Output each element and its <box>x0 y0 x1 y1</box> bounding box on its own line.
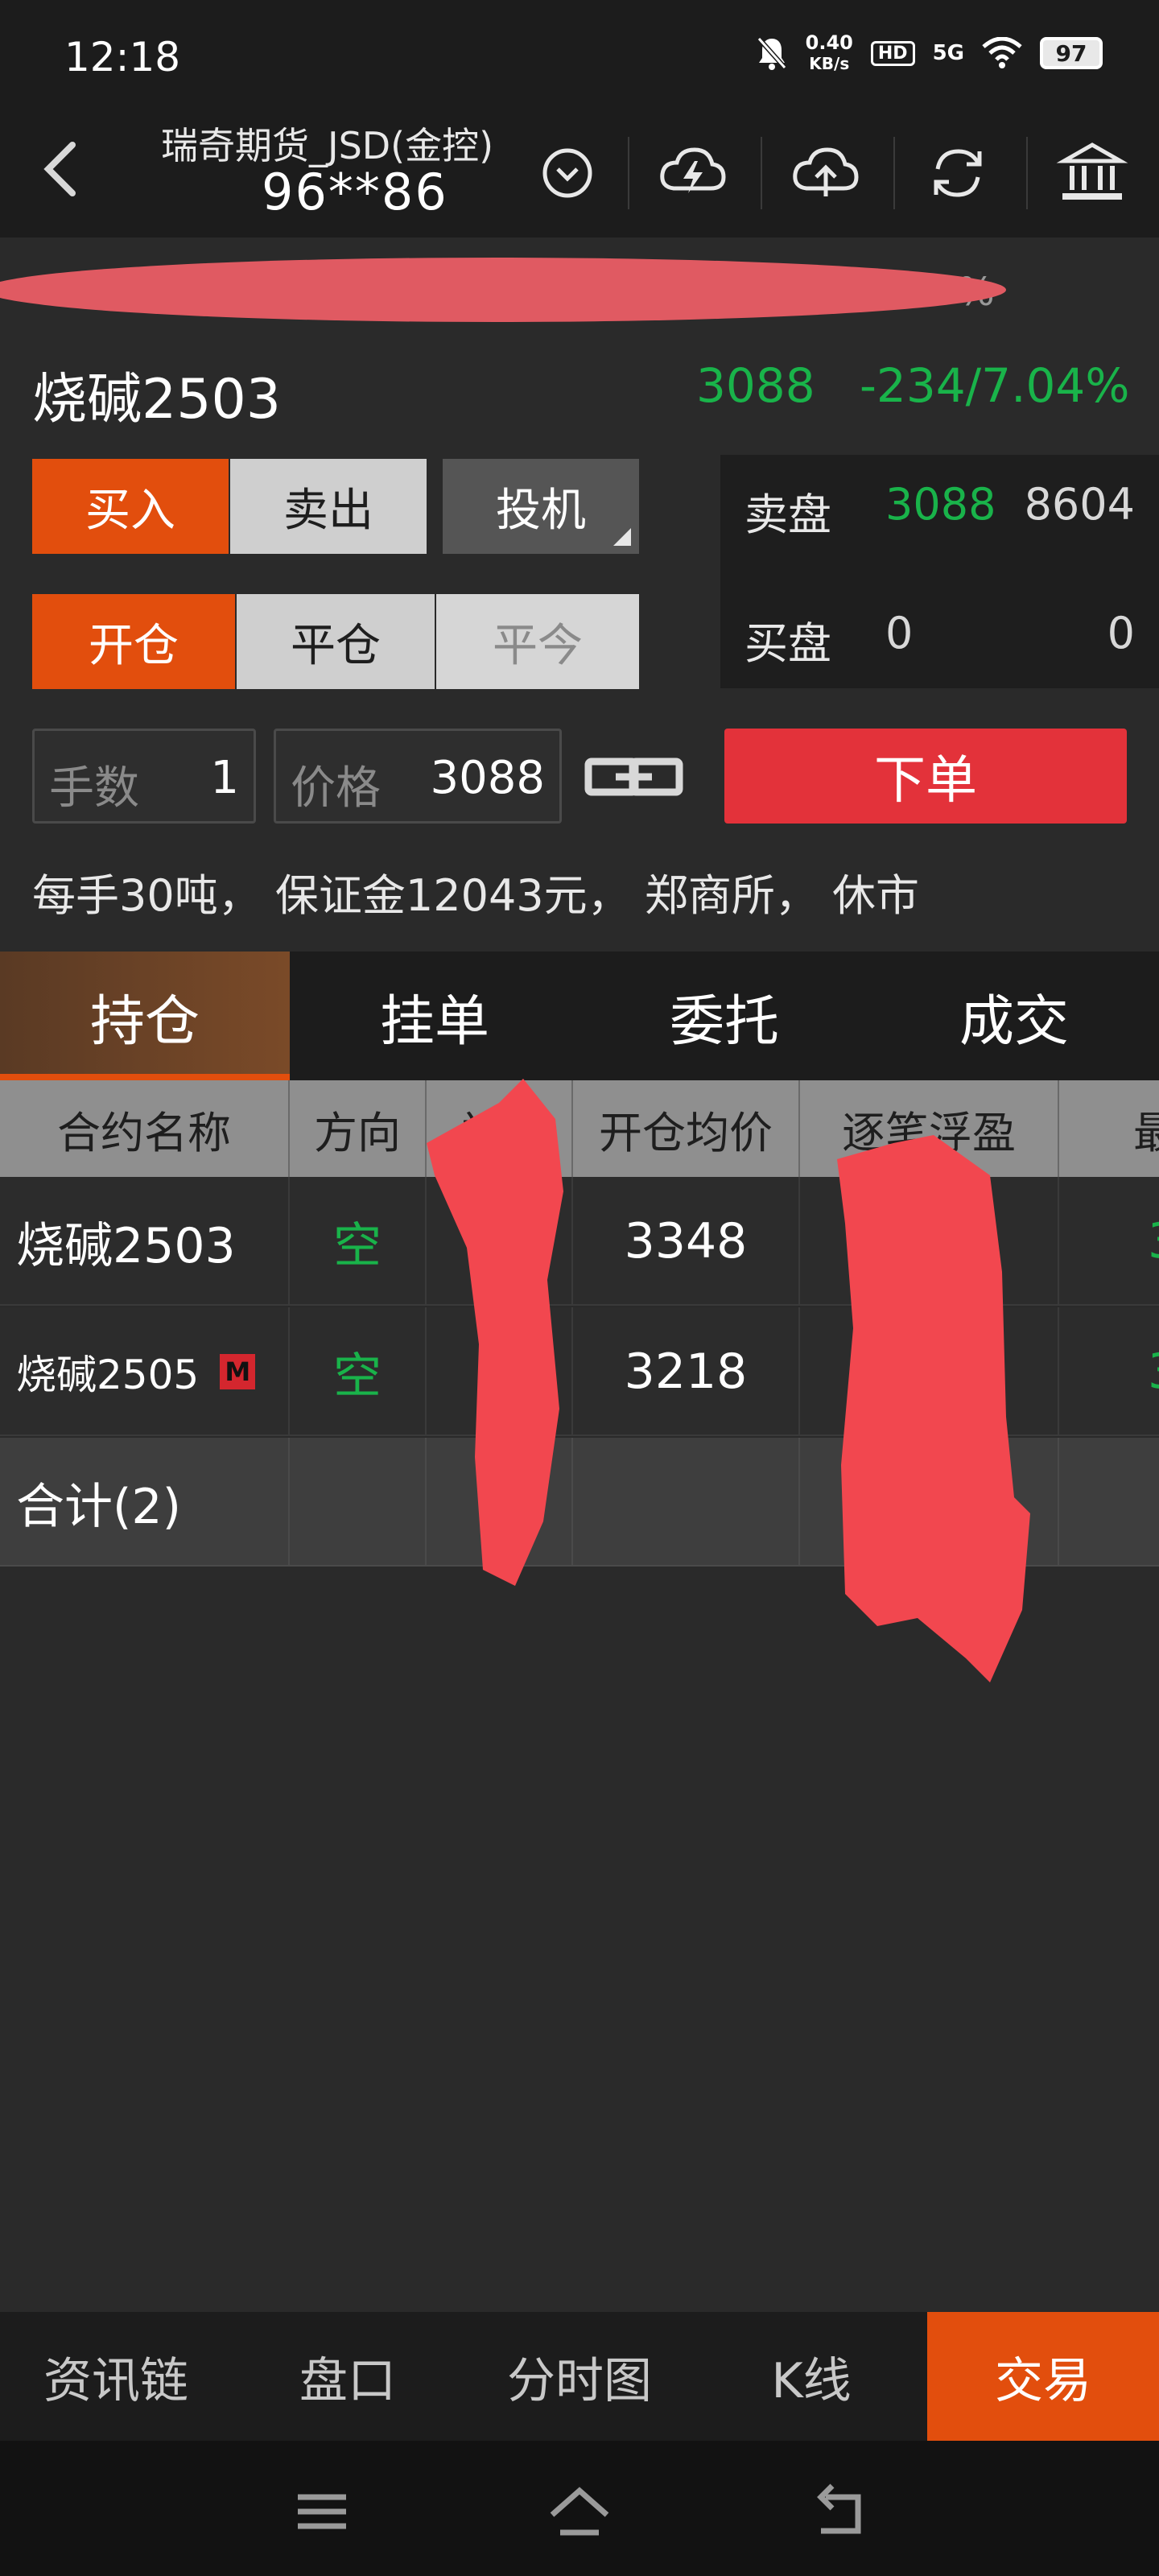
row-contract-name: 烧碱2505 <box>16 1352 200 1398</box>
divider <box>761 137 762 209</box>
ask-price[interactable]: 3088 <box>885 479 996 530</box>
open-position-button[interactable]: 开仓 <box>32 594 235 689</box>
row-avg-price: 3348 <box>573 1177 800 1306</box>
signal-5g: 5G <box>932 41 964 65</box>
back-arrow-icon[interactable] <box>32 137 97 201</box>
nav-trade[interactable]: 交易 <box>927 2312 1159 2441</box>
price-field[interactable]: 价格 3088 <box>274 729 562 824</box>
back-icon[interactable] <box>805 2479 869 2544</box>
nav-intraday[interactable]: 分时图 <box>464 2312 695 2441</box>
redaction-mark <box>0 258 1006 322</box>
ask-volume: 8604 <box>1024 479 1135 530</box>
redaction-scribble <box>837 1135 1030 1682</box>
cloud-lightning-icon[interactable] <box>656 137 728 209</box>
nav-kline[interactable]: K线 <box>695 2312 927 2441</box>
bank-icon[interactable] <box>1056 137 1128 209</box>
price-value[interactable]: 3088 <box>430 752 545 804</box>
price-change: -234/7.04% <box>860 358 1130 413</box>
sell-button[interactable]: 卖出 <box>230 459 427 554</box>
row-latest: 3 <box>1059 1307 1159 1436</box>
trade-type-label: 投机 <box>496 484 586 537</box>
dropdown-corner-icon <box>613 528 631 546</box>
tab-orders[interactable]: 委托 <box>580 952 869 1080</box>
total-label: 合计(2) <box>0 1438 290 1567</box>
cloud-upload-icon[interactable] <box>789 137 861 209</box>
home-icon[interactable] <box>547 2479 612 2544</box>
tab-positions[interactable]: 持仓 <box>0 952 290 1080</box>
row-avg-price: 3218 <box>573 1307 800 1436</box>
row-contract: 烧碱2503 <box>0 1177 290 1306</box>
app-header: 瑞奇期货_JSD(金控) 96**86 <box>0 113 1159 237</box>
position-tabs: 持仓 挂单 委托 成交 <box>0 952 1159 1080</box>
mute-bell-icon <box>757 37 786 70</box>
product-name[interactable]: 烧碱2503 <box>32 354 281 434</box>
row-latest: 3 <box>1059 1177 1159 1306</box>
account-id[interactable]: 96**86 <box>262 163 448 221</box>
divider <box>893 137 895 209</box>
clock: 12:18 <box>64 34 181 80</box>
status-bar: 12:18 0.40 KB/s HD 5G 97 <box>0 0 1159 113</box>
quantity-value[interactable]: 1 <box>210 752 239 804</box>
link-icon[interactable] <box>584 749 684 805</box>
quantity-field[interactable]: 手数 1 <box>32 729 256 824</box>
status-icons: 0.40 KB/s HD 5G 97 <box>756 32 1103 74</box>
bid-price[interactable]: 0 <box>885 608 913 658</box>
refresh-icon[interactable] <box>922 137 994 209</box>
battery-icon: 97 <box>1040 37 1103 69</box>
main-contract-badge: M <box>220 1354 256 1389</box>
divider <box>1026 137 1028 209</box>
ask-label: 卖盘 <box>744 489 831 540</box>
trade-type-select[interactable]: 投机 <box>443 459 639 554</box>
contract-info: 每手30吨， 保证金12043元， 郑商所， 休市 <box>32 870 919 921</box>
last-price: 3088 <box>696 358 815 413</box>
menu-icon[interactable] <box>290 2479 354 2544</box>
bid-volume: 0 <box>1107 608 1135 658</box>
divider <box>628 137 629 209</box>
price-label: 价格 <box>291 762 381 815</box>
redaction-scribble <box>427 1079 563 1586</box>
hd-badge: HD <box>870 40 915 66</box>
place-order-button[interactable]: 下单 <box>724 729 1127 824</box>
order-book: 卖盘 3088 8604 买盘 0 0 <box>720 455 1159 688</box>
close-today-button[interactable]: 平今 <box>436 594 639 689</box>
nav-depth[interactable]: 盘口 <box>232 2312 464 2441</box>
nav-news[interactable]: 资讯链 <box>0 2312 232 2441</box>
quantity-label: 手数 <box>49 762 139 815</box>
col-latest[interactable]: 最 <box>1059 1080 1159 1177</box>
bottom-nav: 资讯链 盘口 分时图 K线 交易 <box>0 2312 1159 2441</box>
col-avg-price[interactable]: 开仓均价 <box>573 1080 800 1177</box>
col-contract[interactable]: 合约名称 <box>0 1080 290 1177</box>
tab-pending[interactable]: 挂单 <box>290 952 580 1080</box>
net-speed: 0.40 KB/s <box>805 31 853 73</box>
chevron-down-circle-icon[interactable] <box>531 137 604 209</box>
system-nav-bar <box>0 2441 1159 2576</box>
wifi-icon <box>982 37 1022 68</box>
buy-button[interactable]: 买入 <box>32 459 229 554</box>
total-avg <box>573 1438 800 1567</box>
close-position-button[interactable]: 平仓 <box>237 594 435 689</box>
tab-trades[interactable]: 成交 <box>869 952 1159 1080</box>
row-contract: 烧碱2505 M <box>0 1307 290 1436</box>
bid-label: 买盘 <box>744 618 831 669</box>
